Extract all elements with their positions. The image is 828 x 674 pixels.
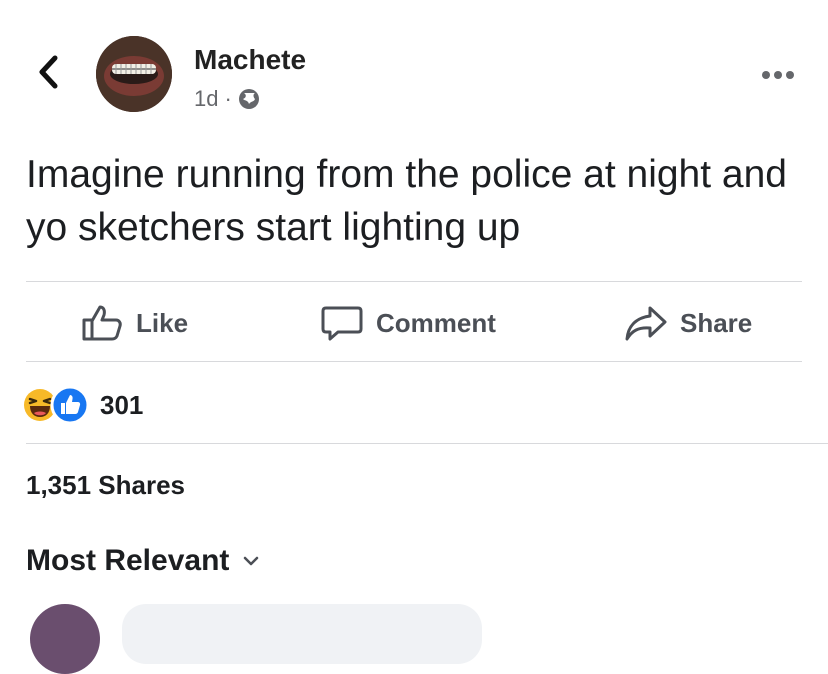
post-meta: 1d ·	[194, 86, 260, 112]
comment-bubble[interactable]	[122, 604, 482, 664]
reactions-summary[interactable]: 301	[22, 385, 143, 425]
meta-separator: ·	[224, 86, 232, 111]
comment-label: Comment	[376, 307, 496, 338]
chevron-left-icon	[39, 55, 58, 89]
globe-icon	[238, 89, 259, 109]
author-name[interactable]: Machete	[194, 44, 306, 76]
comment-avatar[interactable]	[30, 604, 100, 674]
share-button[interactable]: Share	[624, 300, 752, 346]
avatar[interactable]	[96, 36, 172, 112]
like-button[interactable]: Like	[80, 300, 188, 346]
divider	[26, 281, 802, 282]
comment-button[interactable]: Comment	[320, 300, 496, 346]
comment-sort-dropdown[interactable]: Most Relevant	[26, 544, 259, 578]
share-arrow-icon	[625, 306, 667, 341]
shares-count[interactable]: 1,351 Shares	[26, 470, 185, 501]
share-label: Share	[680, 307, 753, 338]
post-text: Imagine running from the police at night…	[26, 153, 787, 249]
avatar-image	[96, 36, 172, 112]
comment-icon	[321, 306, 363, 341]
like-label: Like	[136, 307, 189, 338]
thumbs-up-icon	[82, 305, 122, 341]
chevron-down-icon	[244, 556, 259, 566]
more-options-button[interactable]	[756, 60, 800, 90]
divider	[26, 361, 802, 362]
like-icon	[50, 385, 90, 425]
divider	[26, 443, 828, 444]
sort-label: Most Relevant	[26, 544, 230, 577]
ellipsis-icon	[762, 71, 794, 79]
back-button[interactable]	[28, 48, 68, 96]
post-time[interactable]: 1d	[194, 86, 218, 112]
reaction-count: 301	[100, 389, 144, 420]
